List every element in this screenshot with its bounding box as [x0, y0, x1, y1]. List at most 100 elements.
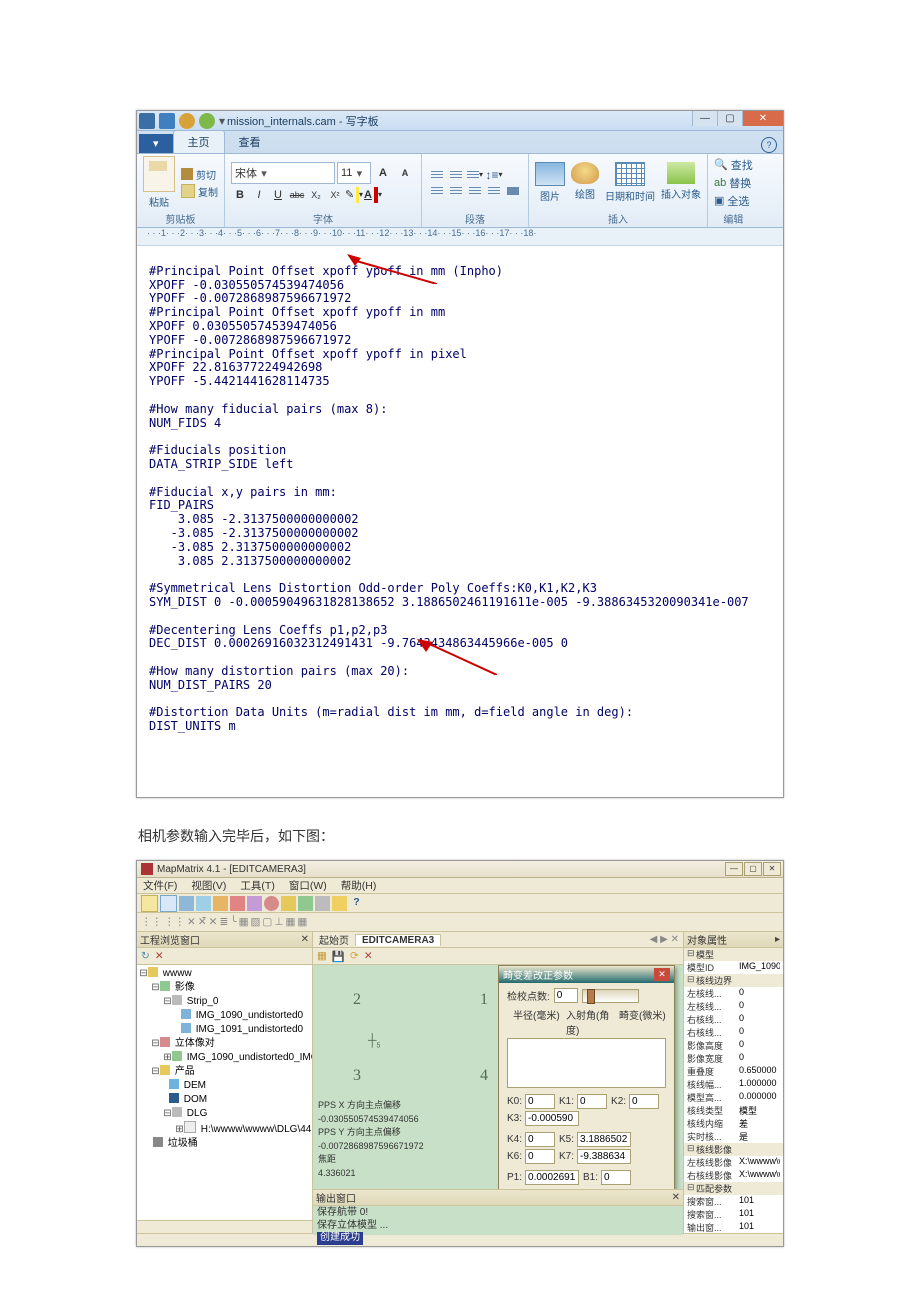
toolbar-icon[interactable]: ⟳ [350, 950, 359, 962]
properties-grid[interactable]: ⊟模型 模型IDIMG_1090_... ⊟核线边界 左核线...0 左核线..… [684, 948, 783, 1233]
line-spacing-button[interactable]: ↕≡▾ [485, 167, 503, 183]
k1-input[interactable] [577, 1094, 607, 1109]
paste-icon[interactable] [143, 156, 175, 192]
save-icon[interactable]: 💾 [332, 950, 345, 963]
italic-button[interactable]: I [250, 187, 268, 203]
toolbar-icon[interactable]: ▦ [286, 916, 296, 928]
maximize-button[interactable]: ▢ [744, 862, 762, 876]
maximize-button[interactable]: ▢ [717, 111, 742, 126]
tab-view[interactable]: 查看 [225, 131, 275, 153]
find-button[interactable]: 🔍查找 [714, 157, 753, 173]
toolbar-icon[interactable]: ⋮⋮ [141, 916, 162, 928]
dialog-titlebar[interactable]: 畸变差改正参数 ✕ [499, 966, 674, 983]
toolbar-icon[interactable] [315, 896, 330, 911]
unit-checkbox[interactable]: 参数以毫米为单位 [517, 1187, 612, 1189]
redo-icon[interactable] [199, 113, 215, 129]
shrink-font-button[interactable]: A [395, 163, 415, 183]
save-icon[interactable] [179, 896, 194, 911]
qat-customize[interactable]: ▾ [219, 114, 225, 128]
font-size-combo[interactable]: 11▾ [337, 162, 371, 184]
project-tree[interactable]: ⊟ wwww ⊟ 影像 ⊟ Strip_0 IMG_1090_undistort… [137, 965, 312, 1220]
tab-home[interactable]: 主页 [173, 130, 225, 153]
p1-input[interactable] [525, 1170, 579, 1185]
help-icon[interactable]: ? [761, 137, 777, 153]
menu-view[interactable]: 视图(V) [191, 878, 226, 893]
toolbar-icon[interactable]: ✕̄ [198, 916, 207, 928]
toolbar-icon[interactable] [230, 896, 245, 911]
toolbar-icon[interactable]: ▦ [317, 950, 327, 962]
panel-pin-icon[interactable]: ▸ [775, 934, 780, 945]
toolbar-icon[interactable] [332, 896, 347, 911]
strike-button[interactable]: abc [288, 187, 306, 203]
toolbar-icon[interactable]: ⋮⋮ [164, 916, 185, 928]
toolbar-icon[interactable] [247, 896, 262, 911]
tab-startpage[interactable]: 起始页 [313, 932, 355, 947]
copy-button[interactable]: 复制 [181, 184, 218, 199]
document-editor[interactable]: #Principal Point Offset xpoff ypoff in m… [137, 246, 783, 797]
toolbar-icon[interactable] [264, 896, 279, 911]
tab-editcamera[interactable]: EDITCAMERA3 [355, 934, 441, 946]
refresh-icon[interactable]: ↻ [141, 950, 150, 962]
highlight-button[interactable]: ✎▾ [345, 187, 363, 203]
selectall-button[interactable]: ▣全选 [714, 193, 753, 209]
toolbar-icon[interactable]: ▢ [262, 916, 272, 928]
k3-input[interactable] [525, 1111, 579, 1126]
k0-input[interactable] [525, 1094, 555, 1109]
minimize-button[interactable]: — [692, 111, 717, 126]
k5-input[interactable] [577, 1132, 631, 1147]
help-icon[interactable]: ? [349, 896, 364, 911]
k7-input[interactable] [577, 1149, 631, 1164]
toolbar-icon[interactable] [213, 896, 228, 911]
toolbar-icon[interactable]: ▦ [239, 916, 249, 928]
increase-indent-button[interactable] [447, 167, 465, 183]
paragraph-settings-button[interactable] [504, 183, 522, 199]
font-color-button[interactable]: A▾ [364, 187, 382, 203]
bullets-button[interactable]: ▾ [466, 167, 484, 183]
scrollbar[interactable] [137, 1220, 312, 1233]
toolbar-icon[interactable]: ▨ [251, 916, 261, 928]
toolbar-icon[interactable]: ▦ [297, 916, 307, 928]
minimize-button[interactable]: — [725, 862, 743, 876]
subscript-button[interactable]: X₂ [307, 187, 325, 203]
toolbar-icon[interactable] [196, 896, 211, 911]
panel-close-icon[interactable]: ✕ [672, 1192, 680, 1203]
toolbar-icon[interactable]: ≣ [219, 916, 228, 928]
decrease-indent-button[interactable] [428, 167, 446, 183]
toolbar-icon[interactable] [298, 896, 313, 911]
toolbar-icon[interactable] [281, 896, 296, 911]
open-icon[interactable] [160, 895, 177, 912]
insert-paint-button[interactable]: 绘图 [571, 162, 599, 203]
rows-slider[interactable] [582, 989, 639, 1003]
align-justify-button[interactable] [485, 183, 503, 199]
bold-button[interactable]: B [231, 187, 249, 203]
delete-icon[interactable]: ✕ [364, 950, 373, 962]
dialog-close-icon[interactable]: ✕ [654, 968, 670, 981]
ruler[interactable]: · · ·1· · ·2· · ·3· · ·4· · ·5· · ·6· · … [137, 228, 783, 246]
insert-datetime-button[interactable]: 日期和时间 [605, 162, 655, 203]
toolbar-icon[interactable]: ✕ [187, 916, 196, 928]
toolbar-icon[interactable]: ✕ [209, 916, 218, 928]
insert-object-button[interactable]: 插入对象 [661, 162, 701, 203]
new-icon[interactable] [141, 895, 158, 912]
k4-input[interactable] [525, 1132, 555, 1147]
replace-button[interactable]: ab替换 [714, 175, 753, 191]
align-left-button[interactable] [428, 183, 446, 199]
panel-close-icon[interactable]: ✕ [301, 934, 309, 945]
underline-button[interactable]: U [269, 187, 287, 203]
insert-image-button[interactable]: 图片 [535, 162, 565, 203]
align-right-button[interactable] [466, 183, 484, 199]
file-tab[interactable]: ▾ [139, 134, 173, 153]
grow-font-button[interactable]: A [373, 163, 393, 183]
menu-tool[interactable]: 工具(T) [240, 878, 274, 893]
k2-input[interactable] [629, 1094, 659, 1109]
rows-input[interactable] [554, 988, 578, 1003]
font-name-combo[interactable]: 宋体▾ [231, 162, 335, 184]
fiducial-canvas[interactable]: 2 1 3 4 ┼5 PPS X 方向主点偏移 -0.0305505745394… [313, 965, 498, 1189]
close-button[interactable]: ✕ [742, 111, 783, 126]
menu-file[interactable]: 文件(F) [143, 878, 177, 893]
align-center-button[interactable] [447, 183, 465, 199]
output-text[interactable]: 保存航带 0! 保存立体模型 ... 创建成功 [313, 1206, 683, 1235]
cut-button[interactable]: 剪切 [181, 167, 218, 182]
menu-window[interactable]: 窗口(W) [289, 878, 327, 893]
delete-icon[interactable]: ✕ [155, 950, 164, 962]
